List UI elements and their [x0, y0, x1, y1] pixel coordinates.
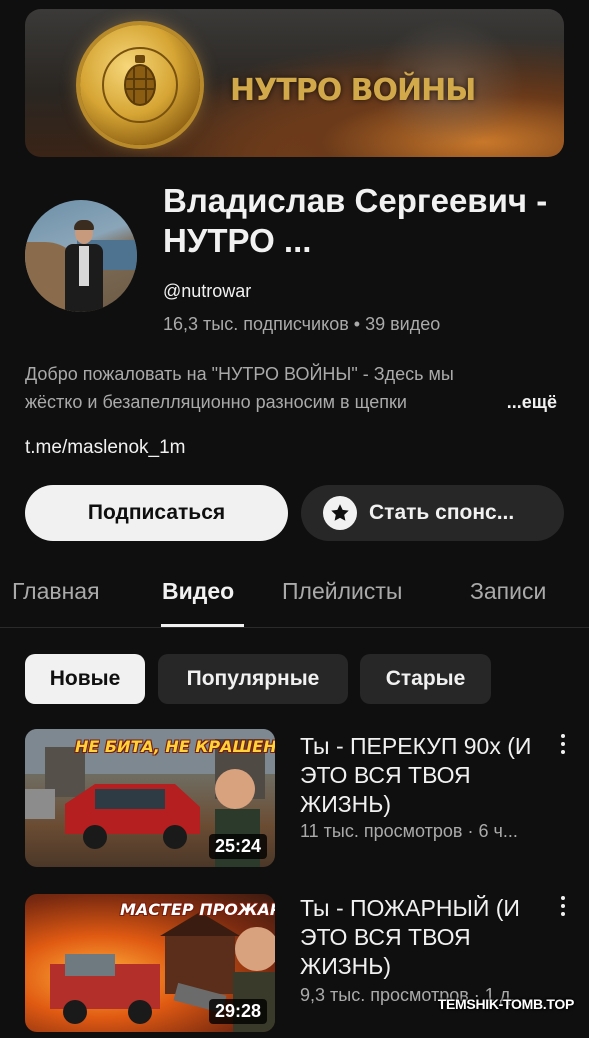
video-thumbnail[interactable]: НЕ БИТА, НЕ КРАШЕНА 25:24	[25, 729, 275, 867]
filter-chip-popular[interactable]: Популярные	[158, 654, 348, 704]
video-duration: 25:24	[208, 834, 267, 859]
tab-posts[interactable]: Записи	[470, 578, 546, 605]
star-icon	[323, 496, 357, 530]
tab-home[interactable]: Главная	[12, 578, 100, 605]
channel-description[interactable]: Добро пожаловать на "НУТРО ВОЙНЫ" - Здес…	[25, 360, 565, 416]
channel-tabs: Главная Видео Плейлисты Записи	[0, 570, 589, 628]
filter-chip-new[interactable]: Новые	[25, 654, 145, 704]
video-menu-icon[interactable]	[555, 732, 571, 758]
avatar-hair	[74, 220, 94, 230]
thumbnail-caption: НЕ БИТА, НЕ КРАШЕНА	[75, 737, 275, 756]
tab-playlists[interactable]: Плейлисты	[282, 578, 402, 605]
watermark: TEMSHIK-TOMB.TOP	[437, 996, 575, 1012]
video-thumbnail[interactable]: МАСТЕР ПРОЖАРКИ 29:28	[25, 894, 275, 1032]
avatar-person	[65, 220, 103, 312]
subscribe-button[interactable]: Подписаться	[25, 485, 288, 541]
sponsor-button-label: Стать спонс...	[369, 501, 515, 524]
sponsor-button[interactable]: Стать спонс...	[301, 485, 564, 541]
thumbnail-caption: МАСТЕР ПРОЖАРКИ	[120, 900, 275, 919]
grenade-icon	[124, 55, 156, 106]
video-meta: 11 тыс. просмотров · 6 ч...	[300, 821, 518, 841]
video-duration: 29:28	[208, 999, 267, 1024]
channel-banner: НУТРО ВОЙНЫ	[25, 9, 564, 157]
video-title[interactable]: Ты - ПОЖАРНЫЙ (И ЭТО ВСЯ ТВОЯ ЖИЗНЬ)	[300, 894, 545, 981]
description-line-2: жёстко и безапелляционно разносим в щепк…	[25, 392, 407, 412]
video-menu-icon[interactable]	[555, 894, 571, 920]
tab-videos[interactable]: Видео	[162, 578, 234, 605]
description-line-1: Добро пожаловать на "НУТРО ВОЙНЫ" - Здес…	[25, 364, 454, 384]
channel-link[interactable]: t.me/maslenok_1m	[25, 437, 186, 459]
channel-avatar[interactable]	[25, 200, 137, 312]
channel-stats: 16,3 тыс. подписчиков • 39 видео	[163, 314, 441, 334]
active-tab-indicator	[161, 624, 244, 627]
filter-chip-old[interactable]: Старые	[360, 654, 491, 704]
channel-handle: @nutrowar	[163, 281, 252, 301]
video-title[interactable]: Ты - ПЕРЕКУП 90х (И ЭТО ВСЯ ТВОЯ ЖИЗНЬ)	[300, 732, 545, 819]
avatar-shirt	[79, 246, 89, 286]
banner-coin-logo	[80, 25, 200, 145]
channel-name: Владислав Сергеевич - НУТРО ...	[163, 182, 548, 259]
description-more-link[interactable]: ...ещё	[486, 388, 557, 416]
banner-title: НУТРО ВОЙНЫ	[230, 73, 476, 108]
